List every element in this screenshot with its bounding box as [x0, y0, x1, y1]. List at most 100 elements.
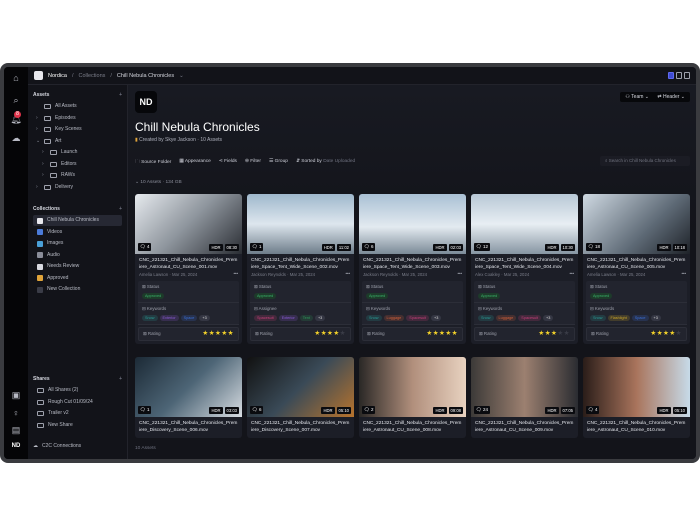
user-avatar[interactable]: ND: [10, 440, 22, 452]
sidebar-item-asset[interactable]: › RAWs: [42, 170, 122, 181]
chevron-icon[interactable]: ›: [42, 147, 46, 158]
chevron-icon[interactable]: ⌄: [36, 136, 40, 147]
cloud-icon[interactable]: ☁: [10, 132, 22, 144]
asset-thumbnail[interactable]: 🗨︎ 24 HDR 07:05: [471, 357, 578, 417]
rating-field[interactable]: ⊠ Rating ★★★★★: [474, 327, 575, 341]
asset-filename[interactable]: CNC_221321_Chill_Nebula_Chronicles_Premi…: [471, 254, 578, 271]
group-button[interactable]: ☰ Group: [269, 159, 288, 167]
tag-pill[interactable]: Spacesuit: [254, 315, 277, 321]
sidebar-item-collection[interactable]: Chill Nebula Chronicles: [33, 215, 122, 226]
team-button[interactable]: ⚇ Team ⌄: [620, 92, 654, 102]
chevron-icon[interactable]: ›: [42, 170, 46, 181]
star-filled-icon[interactable]: ★: [452, 330, 458, 337]
asset-card[interactable]: 🗨︎ 6 HDR 02:03 CNC_221321_Chill_Nebula_Chro…: [359, 194, 466, 344]
asset-thumbnail[interactable]: 🗨︎ 4 HDR 05:10: [583, 357, 690, 417]
asset-thumbnail[interactable]: 🗨︎ 2 HDR 09:08: [359, 357, 466, 417]
asset-filename[interactable]: CNC_221321_Chill_Nebula_Chronicles_Premi…: [471, 417, 578, 434]
tag-pill[interactable]: Snow: [478, 315, 494, 321]
asset-filename[interactable]: CNC_221321_Chill_Nebula_Chronicles_Premi…: [359, 254, 466, 271]
sidebar-item-collection[interactable]: Audio: [33, 250, 122, 261]
rating-field[interactable]: ⊠ Rating ★★★★★: [586, 327, 687, 341]
tag-pill[interactable]: Space: [180, 315, 198, 321]
tag-pill[interactable]: Spacesuit: [406, 315, 429, 321]
asset-filename[interactable]: CNC_221321_Chill_Nebula_Chronicles_Premi…: [583, 417, 690, 434]
more-tags[interactable]: +3: [650, 315, 661, 321]
asset-thumbnail[interactable]: 🗨︎ 1 HDR 11:02: [247, 194, 354, 254]
tag-pill[interactable]: Exterior: [159, 315, 179, 321]
chevron-icon[interactable]: ›: [36, 182, 40, 193]
sidebar-item-asset[interactable]: › Delivery: [36, 182, 122, 193]
asset-card[interactable]: 🗨︎ 4 HDR 05:10 CNC_221321_Chill_Nebula_Chro…: [583, 357, 690, 438]
add-share-icon[interactable]: +: [119, 376, 122, 382]
group-summary[interactable]: ⌄ 10 Assets · 134 GB: [135, 180, 182, 185]
status-field[interactable]: ⊠ Status Approved: [586, 281, 687, 303]
layout-left-icon[interactable]: [668, 72, 674, 79]
tag-pill[interactable]: Luggage: [495, 315, 517, 321]
sidebar-item-collection[interactable]: Images: [33, 238, 122, 249]
more-options-icon[interactable]: •••: [569, 271, 574, 276]
asset-card[interactable]: 🗨︎ 18 HDR 10:18 CNC_221321_Chill_Nebula_Chr…: [583, 194, 690, 344]
status-badge[interactable]: Approved: [254, 293, 277, 299]
sort-button[interactable]: ⇵ Sorted by Date Uploaded: [296, 159, 355, 167]
more-tags[interactable]: +3: [542, 315, 554, 321]
asset-filename[interactable]: CNC_221321_Chill_Nebula_Chronicles_Premi…: [247, 417, 354, 434]
layout-right-icon[interactable]: [684, 72, 690, 79]
tag-pill[interactable]: Tent: [299, 315, 313, 321]
home-icon[interactable]: ⌂: [10, 72, 22, 84]
sidebar-item-share[interactable]: All Shares (2): [37, 385, 122, 396]
tag-pill[interactable]: Space: [631, 315, 649, 321]
status-badge[interactable]: Approved: [478, 293, 501, 299]
star-empty-icon[interactable]: ★: [676, 330, 682, 337]
rating-field[interactable]: ⊠ Rating ★★★★★: [138, 327, 239, 341]
status-field[interactable]: ⊠ Status Approved: [474, 281, 575, 303]
search-input[interactable]: ⌕ Search in Chill Nebula Chronicles: [600, 156, 690, 166]
asset-filename[interactable]: CNC_221321_Chill_Nebula_Chronicles_Premi…: [247, 254, 354, 271]
keywords-field[interactable]: ⊟ Assignee Spacesuit Exterior Tent +3: [250, 303, 351, 325]
asset-filename[interactable]: CNC_221321_Chill_Nebula_Chronicles_Premi…: [583, 254, 690, 271]
keywords-field[interactable]: ⊟ Keywords Snow Luggage Spacesuit +3: [362, 303, 463, 325]
star-empty-icon[interactable]: ★: [564, 330, 570, 337]
star-rating[interactable]: ★★★★★: [426, 329, 458, 337]
star-rating[interactable]: ★★★★★: [650, 329, 682, 337]
help-icon[interactable]: ▣: [10, 389, 22, 401]
sidebar-item-asset[interactable]: › Episodes: [36, 113, 122, 124]
asset-card[interactable]: 🗨︎ 1 HDR 03:03 CNC_221321_Chill_Nebula_Chro…: [135, 357, 242, 438]
add-asset-icon[interactable]: +: [119, 92, 122, 98]
more-options-icon[interactable]: •••: [681, 271, 686, 276]
add-collection-icon[interactable]: +: [119, 206, 122, 212]
more-options-icon[interactable]: •••: [457, 271, 462, 276]
status-field[interactable]: ⊠ Status Approved: [250, 281, 351, 303]
asset-card[interactable]: 🗨︎ 24 HDR 07:05 CNC_221321_Chill_Nebula_Chr…: [471, 357, 578, 438]
keywords-field[interactable]: ⊟ Keywords Snow Exterior Space +3: [138, 303, 239, 325]
sidebar-item-share[interactable]: New Share: [37, 420, 122, 431]
appearance-button[interactable]: ▦ Appearance: [179, 159, 210, 167]
sidebar-item-collection[interactable]: Videos: [33, 227, 122, 238]
tag-pill[interactable]: Luggage: [383, 315, 405, 321]
more-options-icon[interactable]: •••: [233, 271, 238, 276]
source-folder-button[interactable]: 🗀︎ Source Folder: [135, 159, 171, 167]
c2c-connections[interactable]: ☁ C2C Connections: [33, 441, 122, 452]
more-options-icon[interactable]: •••: [345, 271, 350, 276]
asset-thumbnail[interactable]: 🗨︎ 18 HDR 10:18: [583, 194, 690, 254]
more-tags[interactable]: +3: [314, 315, 326, 321]
tag-pill[interactable]: Snow: [590, 315, 606, 321]
asset-thumbnail[interactable]: 🗨︎ 6 HDR 02:03: [359, 194, 466, 254]
breadcrumb-current[interactable]: Chill Nebula Chronicles: [117, 73, 174, 79]
breadcrumb-collections[interactable]: Collections: [78, 73, 105, 79]
tag-pill[interactable]: Exterior: [278, 315, 298, 321]
chevron-icon[interactable]: ›: [42, 159, 46, 170]
star-rating[interactable]: ★★★★★: [202, 329, 234, 337]
star-empty-icon[interactable]: ★: [340, 330, 346, 337]
breadcrumb-workspace[interactable]: Nordica: [48, 73, 67, 79]
lightbulb-icon[interactable]: ♀: [10, 407, 22, 419]
chevron-down-icon[interactable]: ⌄: [179, 73, 184, 79]
layout-center-icon[interactable]: [676, 72, 682, 79]
sidebar-item-collection[interactable]: Needs Review: [33, 261, 122, 272]
star-rating[interactable]: ★★★★★: [314, 329, 346, 337]
tag-pill[interactable]: Snow: [142, 315, 158, 321]
asset-card[interactable]: 🗨︎ 1 HDR 11:02 CNC_221321_Chill_Nebula_Chro…: [247, 194, 354, 344]
sidebar-item-share[interactable]: Rough Cut 01/09/24: [37, 397, 122, 408]
sidebar-item-asset[interactable]: › Editors: [42, 159, 122, 170]
inbox-icon[interactable]: ▤: [10, 424, 22, 436]
status-field[interactable]: ⊠ Status Approved: [362, 281, 463, 303]
